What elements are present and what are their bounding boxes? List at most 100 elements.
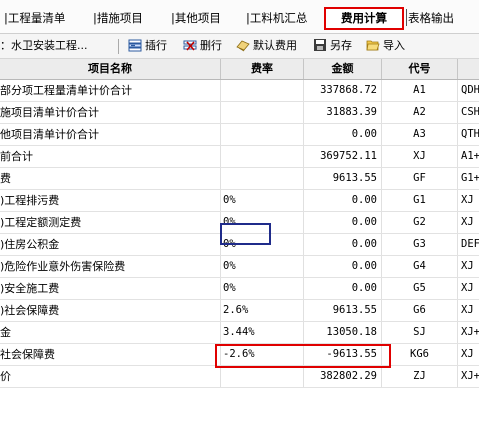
name-cell[interactable]: 施项目清单计价合计 <box>0 102 221 123</box>
rate-cell[interactable] <box>221 168 304 189</box>
table-row[interactable]: 前合计 369752.11 XJ A1+ <box>0 146 479 168</box>
rate-cell[interactable] <box>221 146 304 167</box>
amount-cell[interactable]: 0.00 <box>304 278 382 299</box>
formula-cell[interactable]: XJ <box>458 344 479 365</box>
tab-other-items[interactable]: |其他项目 <box>171 9 221 27</box>
rate-cell[interactable]: -2.6% <box>221 344 304 365</box>
code-cell[interactable]: ZJ <box>382 366 458 387</box>
rate-cell[interactable] <box>221 124 304 145</box>
delete-row-button[interactable]: 删行 <box>183 38 222 54</box>
rate-cell[interactable]: 2.6% <box>221 300 304 321</box>
table-row[interactable]: )安全施工费 0% 0.00 G5 XJ <box>0 278 479 300</box>
amount-cell[interactable]: 0.00 <box>304 256 382 277</box>
code-cell[interactable]: G4 <box>382 256 458 277</box>
code-cell[interactable]: G2 <box>382 212 458 233</box>
name-cell[interactable]: 金 <box>0 322 221 343</box>
name-cell[interactable]: )工程定额测定费 <box>0 212 221 233</box>
formula-cell[interactable]: XJ+ <box>458 322 479 343</box>
header-item-name[interactable]: 项目名称 <box>0 59 221 79</box>
rate-cell[interactable]: 0% <box>221 278 304 299</box>
code-cell[interactable]: A3 <box>382 124 458 145</box>
table-row[interactable]: )工程定额测定费 0% 0.00 G2 XJ <box>0 212 479 234</box>
rate-cell[interactable]: 3.44% <box>221 322 304 343</box>
header-amount[interactable]: 金额 <box>304 59 382 79</box>
name-cell[interactable]: 费 <box>0 168 221 189</box>
name-cell[interactable]: )工程排污费 <box>0 190 221 211</box>
formula-cell[interactable]: CSH <box>458 102 479 123</box>
name-cell[interactable]: 部分项工程量清单计价合计 <box>0 80 221 101</box>
rate-cell[interactable]: 0% <box>221 190 304 211</box>
table-row[interactable]: )社会保障费 2.6% 9613.55 G6 XJ <box>0 300 479 322</box>
formula-cell[interactable]: XJ <box>458 278 479 299</box>
amount-cell[interactable]: -9613.55 <box>304 344 382 365</box>
save-as-button[interactable]: 另存 <box>313 38 352 54</box>
amount-cell[interactable]: 0.00 <box>304 190 382 211</box>
amount-cell[interactable]: 369752.11 <box>304 146 382 167</box>
tab-bill-of-quantities[interactable]: |工程量清单 <box>4 9 65 27</box>
amount-cell[interactable]: 9613.55 <box>304 300 382 321</box>
code-cell[interactable]: XJ <box>382 146 458 167</box>
rate-cell[interactable]: 0% <box>221 256 304 277</box>
rate-cell[interactable] <box>221 102 304 123</box>
name-cell[interactable]: )住房公积金 <box>0 234 221 255</box>
table-row[interactable]: )工程排污费 0% 0.00 G1 XJ <box>0 190 479 212</box>
header-code[interactable]: 代号 <box>382 59 458 79</box>
table-row[interactable]: 费 9613.55 GF G1+ <box>0 168 479 190</box>
code-cell[interactable]: G1 <box>382 190 458 211</box>
tab-labor-material-summary[interactable]: |工料机汇总 <box>246 9 307 27</box>
formula-cell[interactable]: XJ <box>458 256 479 277</box>
name-cell[interactable]: 价 <box>0 366 221 387</box>
code-cell[interactable]: G3 <box>382 234 458 255</box>
import-button[interactable]: 导入 <box>366 38 405 54</box>
rate-cell[interactable]: 0% <box>221 212 304 233</box>
tab-measure-items[interactable]: |措施项目 <box>93 9 143 27</box>
table-row[interactable]: )危险作业意外伤害保险费 0% 0.00 G4 XJ <box>0 256 479 278</box>
amount-cell[interactable]: 0.00 <box>304 212 382 233</box>
table-row[interactable]: )住房公积金 0% 0.00 G3 DEF <box>0 234 479 256</box>
table-row[interactable]: 他项目清单计价合计 0.00 A3 QTH <box>0 124 479 146</box>
table-row[interactable]: 金 3.44% 13050.18 SJ XJ+ <box>0 322 479 344</box>
formula-cell[interactable]: DEF <box>458 234 479 255</box>
amount-cell[interactable]: 382802.29 <box>304 366 382 387</box>
code-cell[interactable]: KG6 <box>382 344 458 365</box>
amount-cell[interactable]: 13050.18 <box>304 322 382 343</box>
name-cell[interactable]: 社会保障费 <box>0 344 221 365</box>
table-row[interactable]: 施项目清单计价合计 31883.39 A2 CSH <box>0 102 479 124</box>
amount-cell[interactable]: 31883.39 <box>304 102 382 123</box>
table-row[interactable]: 部分项工程量清单计价合计 337868.72 A1 QDH <box>0 80 479 102</box>
amount-cell[interactable]: 0.00 <box>304 234 382 255</box>
formula-cell[interactable]: G1+ <box>458 168 479 189</box>
rate-cell[interactable] <box>221 366 304 387</box>
default-fee-button[interactable]: 默认费用 <box>236 38 297 54</box>
amount-cell[interactable]: 337868.72 <box>304 80 382 101</box>
formula-cell[interactable]: A1+ <box>458 146 479 167</box>
code-cell[interactable]: G6 <box>382 300 458 321</box>
header-formula[interactable] <box>458 59 479 79</box>
formula-cell[interactable]: XJ <box>458 212 479 233</box>
formula-cell[interactable]: QTH <box>458 124 479 145</box>
name-cell[interactable]: )危险作业意外伤害保险费 <box>0 256 221 277</box>
rate-cell[interactable]: 0% <box>221 234 304 255</box>
name-cell[interactable]: )社会保障费 <box>0 300 221 321</box>
table-row[interactable]: 社会保障费 -2.6% -9613.55 KG6 XJ <box>0 344 479 366</box>
formula-cell[interactable]: XJ <box>458 190 479 211</box>
formula-cell[interactable]: QDH <box>458 80 479 101</box>
formula-cell[interactable]: XJ+ <box>458 366 479 387</box>
name-cell[interactable]: )安全施工费 <box>0 278 221 299</box>
header-rate[interactable]: 费率 <box>221 59 304 79</box>
code-cell[interactable]: G5 <box>382 278 458 299</box>
tab-fee-calculation[interactable]: 费用计算 <box>324 7 404 30</box>
code-cell[interactable]: A2 <box>382 102 458 123</box>
name-cell[interactable]: 前合计 <box>0 146 221 167</box>
formula-cell[interactable]: XJ <box>458 300 479 321</box>
code-cell[interactable]: GF <box>382 168 458 189</box>
tab-table-output[interactable]: 表格输出 <box>408 9 454 27</box>
table-row[interactable]: 价 382802.29 ZJ XJ+ <box>0 366 479 388</box>
code-cell[interactable]: A1 <box>382 80 458 101</box>
amount-cell[interactable]: 0.00 <box>304 124 382 145</box>
insert-row-button[interactable]: 插行 <box>128 38 167 54</box>
name-cell[interactable]: 他项目清单计价合计 <box>0 124 221 145</box>
amount-cell[interactable]: 9613.55 <box>304 168 382 189</box>
rate-cell[interactable] <box>221 80 304 101</box>
code-cell[interactable]: SJ <box>382 322 458 343</box>
